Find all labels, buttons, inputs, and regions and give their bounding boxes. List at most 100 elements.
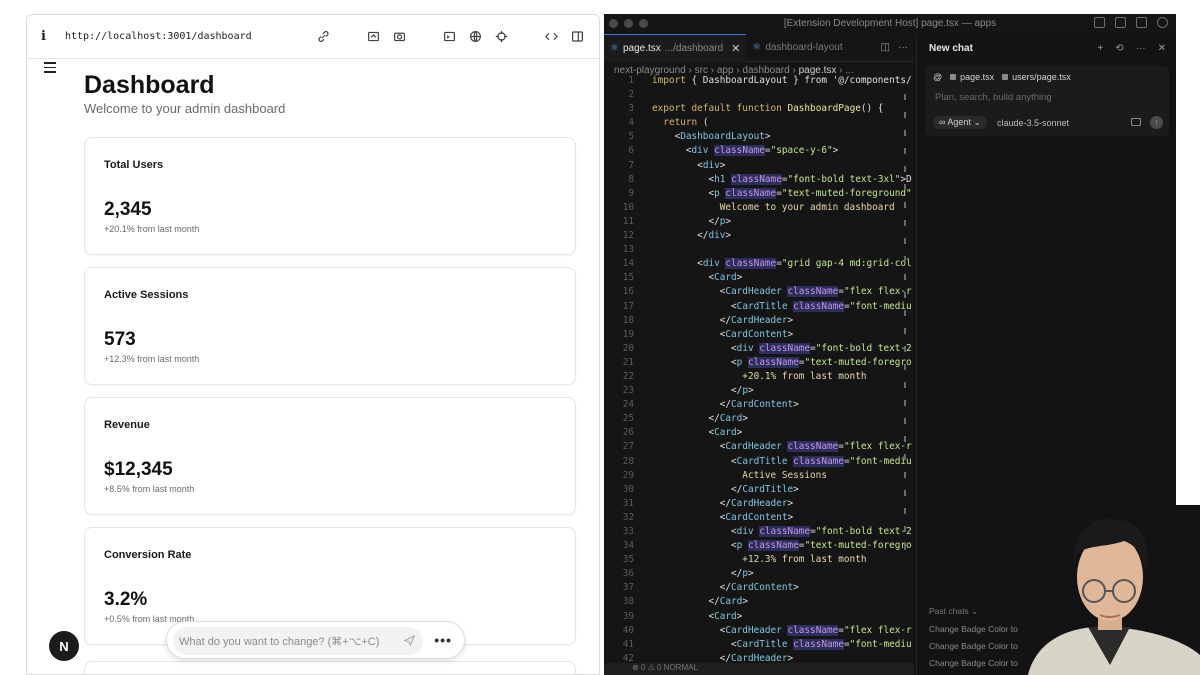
code-line[interactable]: 32 <CardContent> [604, 511, 912, 525]
sidebar-icon[interactable] [569, 29, 585, 45]
code-line[interactable]: 35 +12.3% from last month [604, 553, 912, 567]
line-number: 30 [622, 483, 634, 495]
code-line[interactable]: 13 [604, 243, 912, 257]
mode-selector[interactable]: ∞ Agent ⌄ [933, 116, 987, 129]
code-line[interactable]: 22 +20.1% from last month [604, 370, 912, 384]
code-line[interactable]: 23 </p> [604, 384, 912, 398]
code-line[interactable]: 10 Welcome to your admin dashboard [604, 201, 912, 215]
code-text: <div className="grid gap-4 md:grid-col [652, 258, 912, 270]
new-chat-icon[interactable]: + [1097, 43, 1103, 54]
globe-icon[interactable] [467, 29, 483, 45]
tab-page-tsx[interactable]: ⚛ page.tsx .../dashboard ✕ [604, 33, 747, 62]
code-line[interactable]: 5 <DashboardLayout> [604, 130, 912, 144]
more-actions-icon[interactable]: ··· [898, 42, 908, 53]
tab-label: page.tsx [622, 42, 661, 54]
more-options-icon[interactable]: ••• [434, 632, 452, 648]
code-line[interactable]: 9 <p className="text-muted-foreground" [604, 187, 912, 201]
code-text: import { DashboardLayout } from '@/compo… [652, 75, 912, 86]
code-text: <CardHeader className="flex flex-r [652, 286, 912, 298]
stat-card-partial [84, 661, 576, 674]
code-line[interactable]: 17 <CardTitle className="font-mediu [604, 300, 912, 314]
code-line[interactable]: 4 return ( [604, 116, 912, 130]
line-number: 19 [622, 328, 634, 340]
line-number: 31 [622, 497, 634, 509]
code-line[interactable]: 33 <div className="font-bold text-2 [604, 525, 912, 539]
code-icon[interactable] [543, 29, 559, 45]
code-line[interactable]: 2 [604, 88, 912, 102]
code-line[interactable]: 40 <CardHeader className="flex flex-r [604, 624, 912, 638]
chat-composer: @ page.tsx users/page.tsx Plan, search, … [925, 66, 1169, 136]
terminal-icon[interactable] [441, 29, 457, 45]
code-line[interactable]: 19 <CardContent> [604, 328, 912, 342]
send-icon[interactable] [404, 635, 415, 646]
editor-tabs: ⚛ page.tsx .../dashboard ✕ ⚛ dashboard-l… [604, 33, 914, 62]
code-line[interactable]: 6 <div className="space-y-6"> [604, 144, 912, 158]
close-tab-icon[interactable]: ✕ [731, 42, 740, 55]
code-line[interactable]: 24 </CardContent> [604, 398, 912, 412]
code-line[interactable]: 37 </CardContent> [604, 581, 912, 595]
code-line[interactable]: 39 <Card> [604, 610, 912, 624]
code-line[interactable]: 28 <CardTitle className="font-mediu [604, 455, 912, 469]
toggle-sidebar-icon[interactable] [1094, 17, 1105, 28]
code-line[interactable]: 29 Active Sessions [604, 469, 912, 483]
history-icon[interactable]: ⟲ [1115, 43, 1123, 54]
code-text: export default function DashboardPage() … [652, 103, 884, 115]
site-info-icon[interactable]: i [41, 29, 65, 44]
url-field[interactable]: http://localhost:3001/dashboard [65, 31, 315, 42]
settings-icon[interactable] [1157, 17, 1168, 28]
code-line[interactable]: 25 </Card> [604, 412, 912, 426]
code-line[interactable]: 41 <CardTitle className="font-mediu [604, 638, 912, 652]
change-request-input[interactable]: What do you want to change? (⌘+⌥+C) [173, 627, 423, 655]
screenshot-icon[interactable] [365, 29, 381, 45]
tab-dashboard-layout[interactable]: ⚛ dashboard-layout [746, 34, 848, 62]
menu-icon[interactable] [44, 62, 56, 74]
line-number: 11 [622, 215, 634, 227]
camera-icon[interactable] [391, 29, 407, 45]
mode-label: Agent [947, 117, 971, 127]
code-line[interactable]: 16 <CardHeader className="flex flex-r [604, 285, 912, 299]
card-note: +20.1% from last month [104, 224, 200, 234]
code-text: Active Sessions [652, 469, 827, 481]
context-chip[interactable]: users/page.tsx [1002, 72, 1071, 82]
code-line[interactable]: 18 </CardHeader> [604, 314, 912, 328]
code-line[interactable]: 3 export default function DashboardPage()… [604, 102, 912, 116]
code-editor[interactable]: 1 import { DashboardLayout } from '@/comp… [604, 74, 912, 674]
model-selector[interactable]: claude-3.5-sonnet [997, 118, 1069, 128]
code-line[interactable]: 38 </Card> [604, 595, 912, 609]
send-icon[interactable]: ↑ [1150, 116, 1163, 129]
code-line[interactable]: 20 <div className="font-bold text-2 [604, 342, 912, 356]
code-line[interactable]: 7 <div> [604, 159, 912, 173]
code-line[interactable]: 12 </div> [604, 229, 912, 243]
split-editor-icon[interactable]: ◫ [881, 42, 890, 53]
chat-input[interactable]: Plan, search, build anything [935, 92, 1052, 103]
code-line[interactable]: 30 </CardTitle> [604, 483, 912, 497]
more-icon[interactable]: ··· [1136, 43, 1146, 54]
line-number: 1 [628, 75, 634, 86]
tab-actions: ◫ ··· [881, 42, 914, 53]
toggle-panel-icon[interactable] [1115, 17, 1126, 28]
target-icon[interactable] [493, 29, 509, 45]
link-icon[interactable] [315, 29, 331, 45]
code-line[interactable]: 15 <Card> [604, 271, 912, 285]
code-line[interactable]: 1 import { DashboardLayout } from '@/comp… [604, 74, 912, 88]
past-chats-label[interactable]: Past chats ⌄ [929, 606, 978, 617]
code-line[interactable]: 36 </p> [604, 567, 912, 581]
mention-icon[interactable]: @ [933, 72, 942, 82]
code-line[interactable]: 8 <h1 className="font-bold text-3xl">D [604, 173, 912, 187]
code-line[interactable]: 27 <CardHeader className="flex flex-r [604, 440, 912, 454]
card-note: +12.3% from last month [104, 354, 200, 364]
close-icon[interactable]: ✕ [1158, 43, 1166, 54]
code-text: </p> [652, 215, 732, 227]
toggle-secondary-sidebar-icon[interactable] [1136, 17, 1147, 28]
nextjs-dev-badge[interactable]: N [49, 631, 79, 661]
code-line[interactable]: 26 <Card> [604, 426, 912, 440]
line-number: 29 [622, 469, 634, 481]
code-line[interactable]: 11 </p> [604, 215, 912, 229]
image-attach-icon[interactable] [1131, 118, 1141, 126]
code-line[interactable]: 34 <p className="text-muted-foregro [604, 539, 912, 553]
context-chip[interactable]: page.tsx [950, 72, 994, 82]
code-line[interactable]: 21 <p className="text-muted-foregro [604, 356, 912, 370]
code-line[interactable]: 31 </CardHeader> [604, 497, 912, 511]
code-line[interactable]: 14 <div className="grid gap-4 md:grid-co… [604, 257, 912, 271]
code-text: <p className="text-muted-foregro [652, 356, 912, 368]
